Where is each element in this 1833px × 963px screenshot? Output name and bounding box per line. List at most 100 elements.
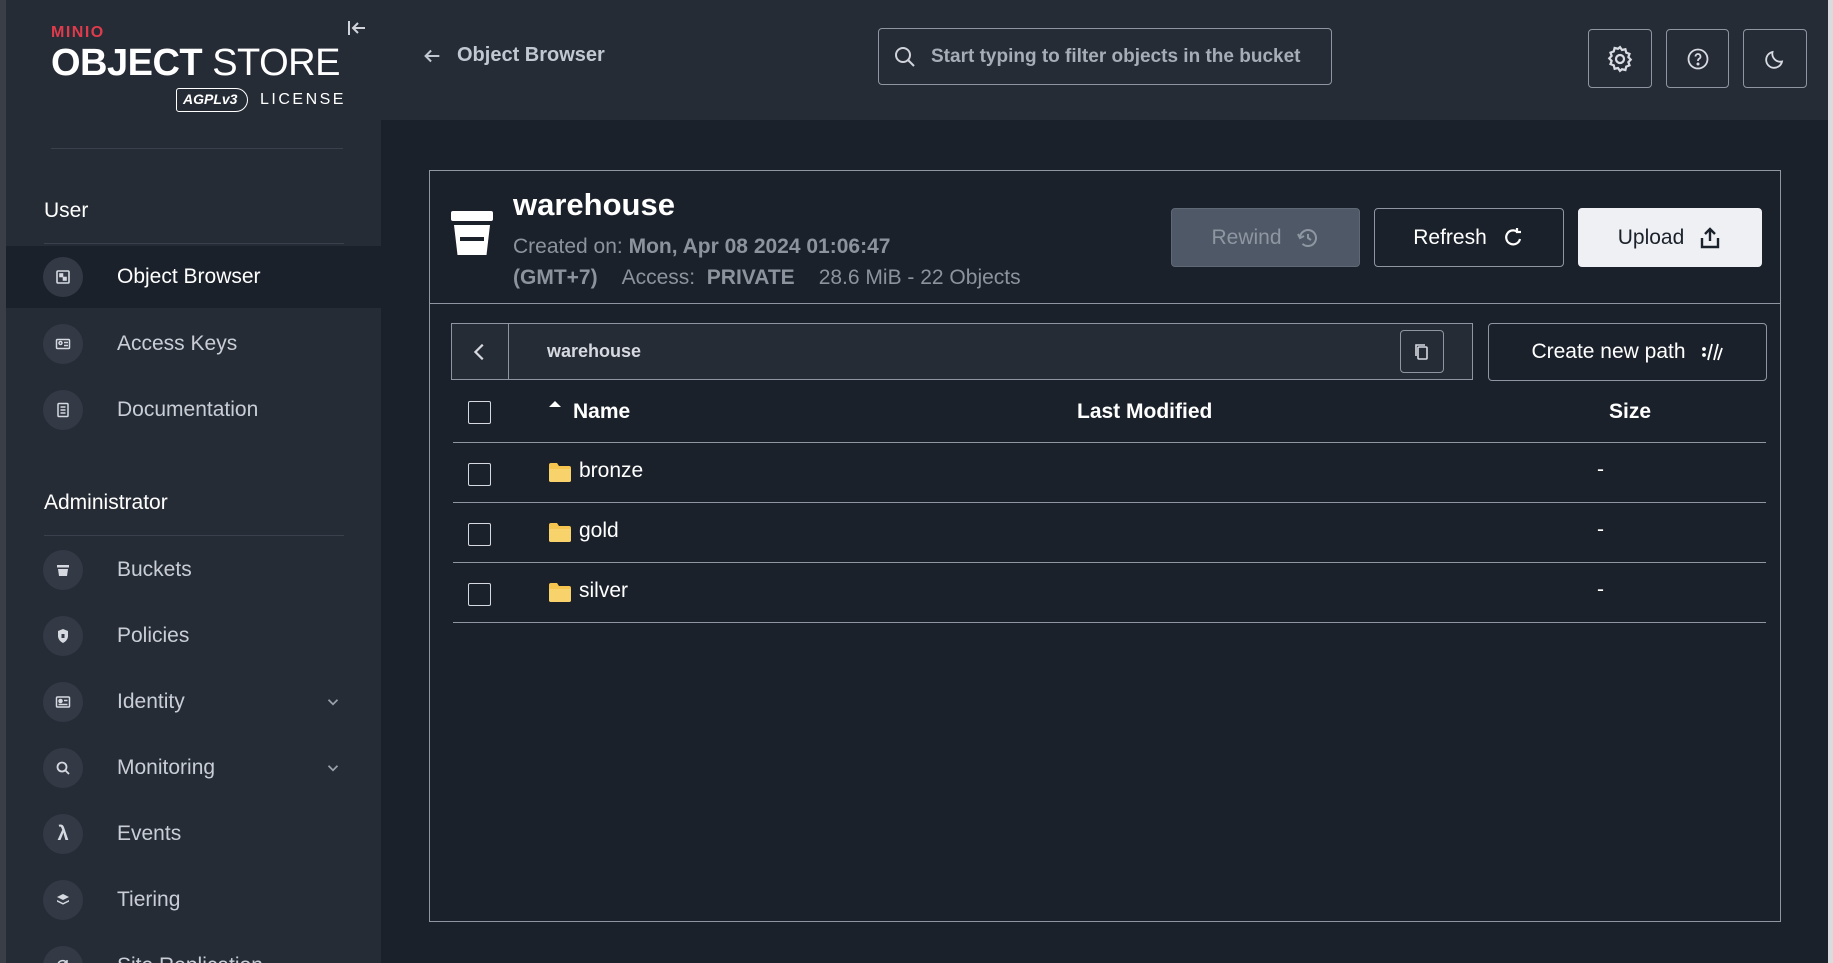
table-row[interactable]: silver - [453, 563, 1766, 623]
sidebar-item-buckets[interactable]: Buckets [6, 539, 381, 601]
bucket-name: warehouse [513, 187, 675, 222]
monitoring-icon [43, 748, 83, 788]
collapse-sidebar-icon[interactable] [345, 16, 369, 40]
object-browser-icon [43, 257, 83, 297]
copy-path-button[interactable] [1400, 330, 1444, 373]
row-checkbox[interactable] [468, 583, 491, 606]
history-icon [1296, 228, 1317, 247]
create-new-path-button[interactable]: Create new path [1488, 323, 1767, 381]
new-path-icon [1701, 343, 1723, 361]
upload-button[interactable]: Upload [1578, 208, 1762, 267]
logo-product: OBJECT STORE [51, 42, 340, 84]
path-back-button[interactable] [452, 324, 509, 379]
sidebar-item-monitoring[interactable]: Monitoring [6, 737, 381, 799]
object-size: - [1597, 578, 1604, 601]
breadcrumb[interactable]: warehouse [547, 341, 641, 362]
arrow-left-icon [424, 49, 440, 62]
help-button[interactable] [1666, 29, 1729, 88]
timezone: (GMT+7) [513, 266, 598, 289]
license-label: LICENSE [260, 91, 346, 108]
help-icon [1687, 48, 1708, 69]
bucket-header: warehouse Created on: Mon, Apr 08 2024 0… [430, 171, 1780, 304]
logo-brand: MINIO [51, 24, 105, 41]
sort-ascending-icon[interactable] [547, 397, 563, 413]
column-header-last-modified[interactable]: Last Modified [1077, 400, 1212, 424]
table-row[interactable]: bronze - [453, 443, 1766, 503]
sidebar-item-object-browser[interactable]: Object Browser [6, 246, 381, 308]
back-to-object-browser[interactable]: Object Browser [421, 44, 605, 67]
theme-toggle-button[interactable] [1743, 29, 1807, 88]
created-label: Created on: [513, 235, 623, 258]
row-checkbox[interactable] [468, 463, 491, 486]
refresh-button[interactable]: Refresh [1374, 208, 1564, 267]
logo-divider [51, 148, 343, 149]
sidebar-item-tiering[interactable]: Tiering [6, 869, 381, 931]
chevron-down-icon[interactable] [324, 759, 342, 777]
access-value: PRIVATE [706, 266, 795, 289]
window-frame-right [1828, 0, 1833, 963]
copy-icon [1415, 343, 1428, 360]
folder-icon [549, 523, 571, 542]
access-keys-icon [43, 324, 83, 364]
bucket-icon [450, 209, 494, 257]
search-icon [895, 47, 915, 67]
access-label: Access: [621, 266, 696, 289]
logo-license: AGPLv3 LICENSE [176, 88, 346, 112]
chevron-down-icon[interactable] [324, 693, 342, 711]
column-header-name[interactable]: Name [573, 400, 630, 424]
gear-icon [1607, 44, 1633, 73]
search-box [878, 28, 1332, 85]
sidebar-item-label: Buckets [117, 558, 192, 581]
object-size: - [1597, 518, 1604, 541]
select-all-checkbox[interactable] [468, 401, 491, 424]
bucket-details: Created on: Mon, Apr 08 2024 01:06:47 (G… [513, 231, 1021, 293]
section-divider [44, 243, 344, 244]
sidebar-item-label: Site Replication [117, 954, 263, 963]
sidebar-item-label: Object Browser [117, 265, 261, 288]
table-header-row: Name Last Modified Size [453, 381, 1766, 443]
top-header: Object Browser [381, 0, 1828, 120]
table-row[interactable]: gold - [453, 503, 1766, 563]
policies-icon [43, 616, 83, 656]
search-input[interactable] [931, 29, 1316, 84]
create-path-label: Create new path [1531, 340, 1686, 363]
app-logo[interactable]: MINIO OBJECT STORE AGPLv3 LICENSE [51, 24, 351, 114]
sidebar-item-events[interactable]: λ Events [6, 803, 381, 865]
identity-icon [43, 682, 83, 722]
sidebar-item-label: Documentation [117, 398, 259, 421]
object-size: - [1597, 458, 1604, 481]
row-checkbox[interactable] [468, 523, 491, 546]
sidebar-item-identity[interactable]: Identity [6, 671, 381, 733]
site-replication-icon [43, 946, 83, 963]
sidebar-item-label: Access Keys [117, 332, 238, 355]
section-title-administrator: Administrator [44, 491, 168, 514]
upload-label: Upload [1617, 225, 1685, 249]
sidebar-item-label: Events [117, 822, 182, 845]
sidebar: MINIO OBJECT STORE AGPLv3 LICENSE User O… [6, 0, 381, 963]
folder-icon [549, 583, 571, 602]
sidebar-item-documentation[interactable]: Documentation [6, 379, 381, 441]
upload-icon [1701, 226, 1720, 248]
column-header-size[interactable]: Size [1609, 400, 1651, 424]
settings-button[interactable] [1588, 29, 1652, 88]
rewind-button[interactable]: Rewind [1171, 208, 1360, 267]
chevron-left-icon [473, 343, 484, 360]
bucket-panel: warehouse Created on: Mon, Apr 08 2024 0… [429, 170, 1781, 922]
documentation-icon [43, 390, 83, 430]
object-name[interactable]: gold [579, 519, 619, 543]
sidebar-item-label: Identity [117, 690, 185, 713]
section-divider [44, 535, 344, 536]
page-title: Object Browser [457, 44, 605, 66]
bucket-usage: 28.6 MiB - 22 Objects [818, 266, 1021, 289]
refresh-icon [1504, 227, 1521, 245]
object-name[interactable]: bronze [579, 459, 643, 483]
sidebar-item-site-replication[interactable]: Site Replication [6, 935, 381, 963]
bucket-icon [43, 550, 83, 590]
sidebar-item-access-keys[interactable]: Access Keys [6, 313, 381, 375]
sidebar-item-policies[interactable]: Policies [6, 605, 381, 667]
tiering-icon [43, 880, 83, 920]
path-bar: warehouse [451, 323, 1473, 380]
object-name[interactable]: silver [579, 579, 628, 603]
rewind-label: Rewind [1211, 225, 1282, 249]
sidebar-item-label: Monitoring [117, 756, 216, 779]
